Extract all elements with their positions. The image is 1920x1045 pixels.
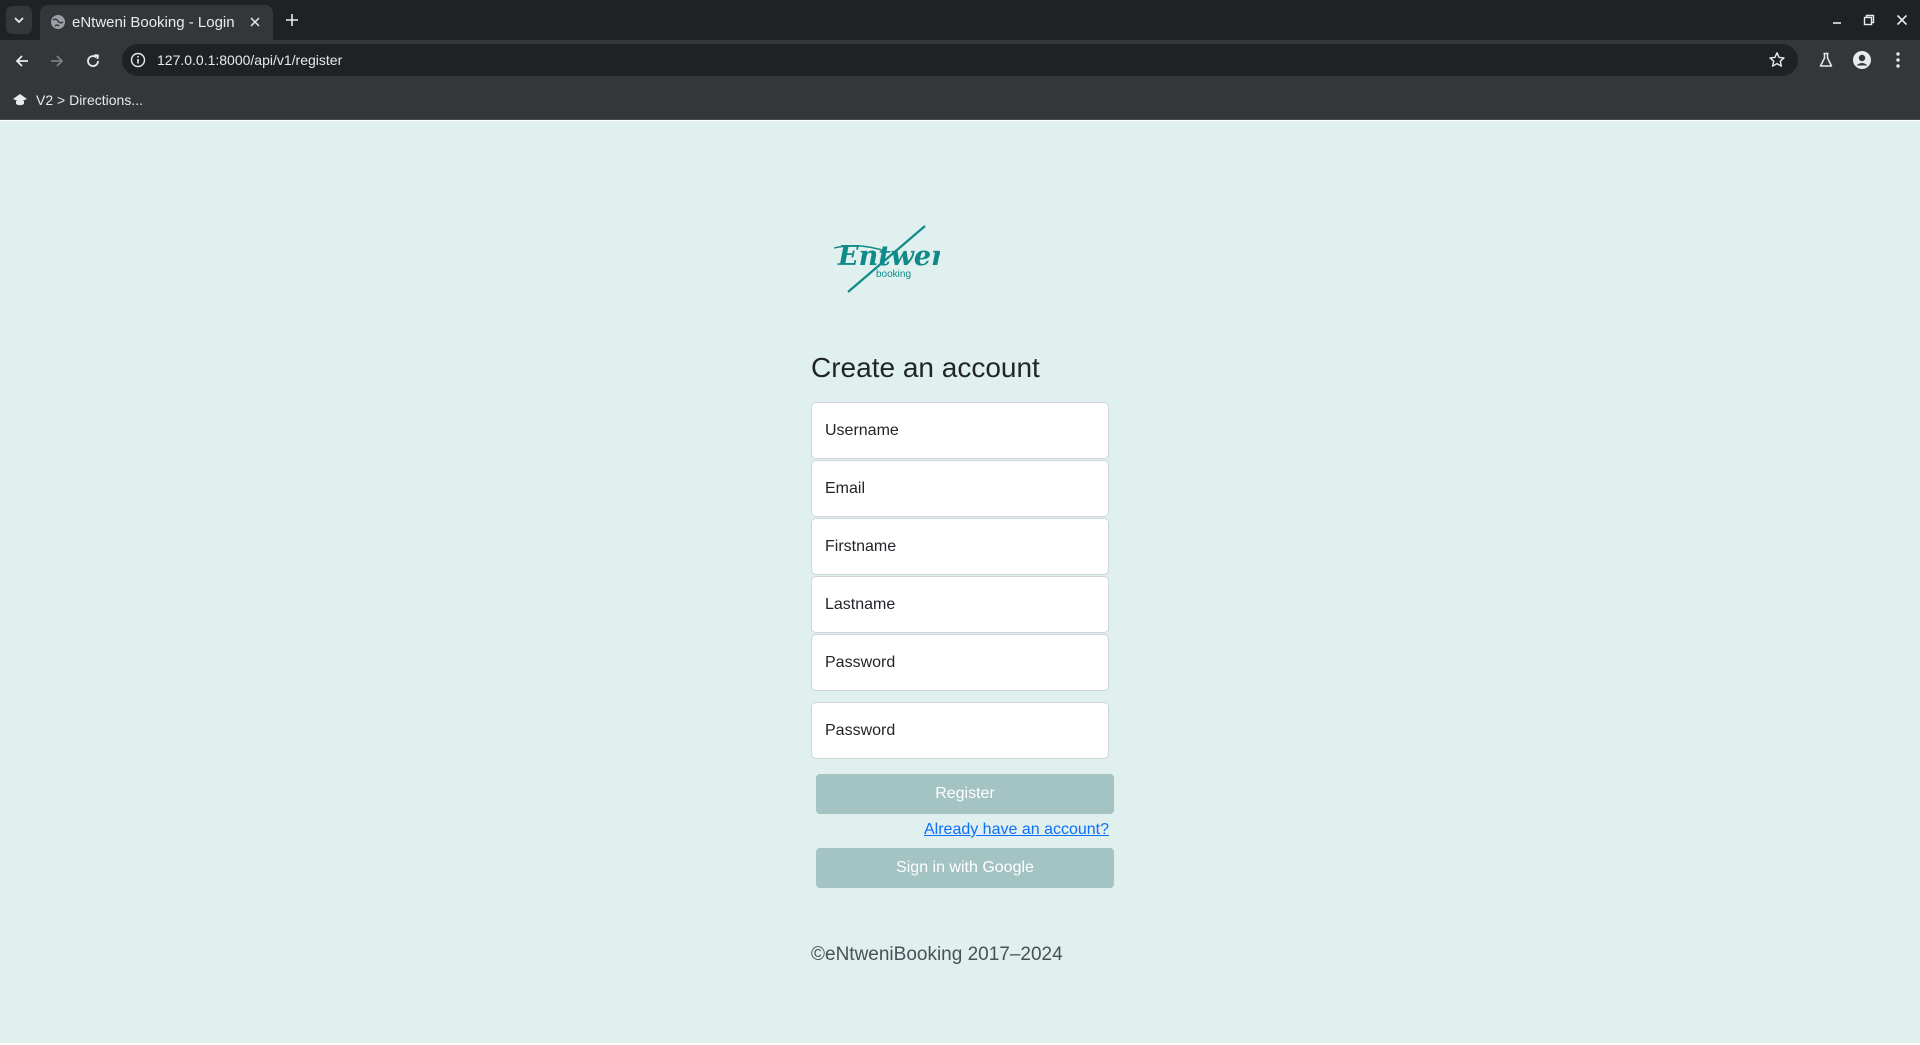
register-button[interactable]: Register bbox=[816, 774, 1114, 814]
login-link[interactable]: Already have an account? bbox=[924, 821, 1109, 839]
email-input[interactable] bbox=[811, 460, 1109, 517]
profile-button[interactable] bbox=[1851, 49, 1873, 71]
back-button[interactable] bbox=[9, 48, 35, 74]
globe-icon bbox=[51, 15, 65, 29]
bookmark-favicon-icon bbox=[13, 94, 27, 106]
bookmark-item[interactable]: V2 > Directions... bbox=[12, 90, 143, 110]
flask-icon bbox=[1819, 52, 1833, 67]
username-input[interactable] bbox=[811, 402, 1109, 459]
lastname-input[interactable] bbox=[811, 576, 1109, 633]
info-icon[interactable] bbox=[130, 52, 146, 68]
close-icon bbox=[250, 17, 260, 27]
bookmarks-bar: V2 > Directions... bbox=[0, 80, 1920, 120]
menu-button[interactable] bbox=[1887, 49, 1909, 71]
address-bar[interactable]: 127.0.0.1:8000/api/v1/register bbox=[122, 44, 1798, 76]
reload-icon bbox=[87, 54, 100, 67]
arrow-right-icon bbox=[51, 55, 64, 67]
tab-close-button[interactable] bbox=[246, 13, 264, 31]
google-sign-in-button[interactable]: Sign in with Google bbox=[816, 848, 1114, 888]
new-tab-button[interactable] bbox=[280, 8, 304, 32]
entweni-logo: Entweni booking bbox=[833, 225, 940, 293]
minimize-button[interactable] bbox=[1825, 8, 1849, 32]
labs-button[interactable] bbox=[1815, 49, 1837, 71]
browser-toolbar: 127.0.0.1:8000/api/v1/register bbox=[0, 40, 1920, 80]
url-text: 127.0.0.1:8000/api/v1/register bbox=[157, 52, 343, 68]
page-title: Create an account bbox=[811, 352, 1040, 383]
tab-strip: eNtweni Booking - Login bbox=[0, 0, 1920, 40]
logo-sub-text: booking bbox=[876, 269, 911, 280]
star-icon[interactable] bbox=[1768, 51, 1786, 69]
arrow-left-icon bbox=[15, 55, 28, 67]
minimize-icon bbox=[1833, 22, 1841, 24]
avatar-icon bbox=[1853, 51, 1871, 69]
plus-icon bbox=[286, 14, 298, 26]
active-tab[interactable]: eNtweni Booking - Login bbox=[40, 5, 273, 40]
close-icon bbox=[1896, 14, 1908, 26]
chevron-down-icon bbox=[14, 17, 24, 24]
tab-title: eNtweni Booking - Login bbox=[72, 14, 235, 31]
firstname-input[interactable] bbox=[811, 518, 1109, 575]
restore-icon bbox=[1863, 14, 1875, 26]
close-window-button[interactable] bbox=[1890, 8, 1914, 32]
reload-button[interactable] bbox=[80, 48, 106, 74]
tab-search-button[interactable] bbox=[6, 6, 32, 34]
bookmark-label: V2 > Directions... bbox=[36, 92, 143, 108]
confirm-password-input[interactable] bbox=[811, 702, 1109, 759]
logo-script-text: Entweni bbox=[837, 241, 940, 272]
forward-button[interactable] bbox=[44, 48, 70, 74]
password-input[interactable] bbox=[811, 634, 1109, 691]
restore-button[interactable] bbox=[1857, 8, 1881, 32]
copyright-footer: ©eNtweniBooking 2017–2024 bbox=[811, 944, 1063, 965]
more-vertical-icon bbox=[1896, 52, 1900, 68]
